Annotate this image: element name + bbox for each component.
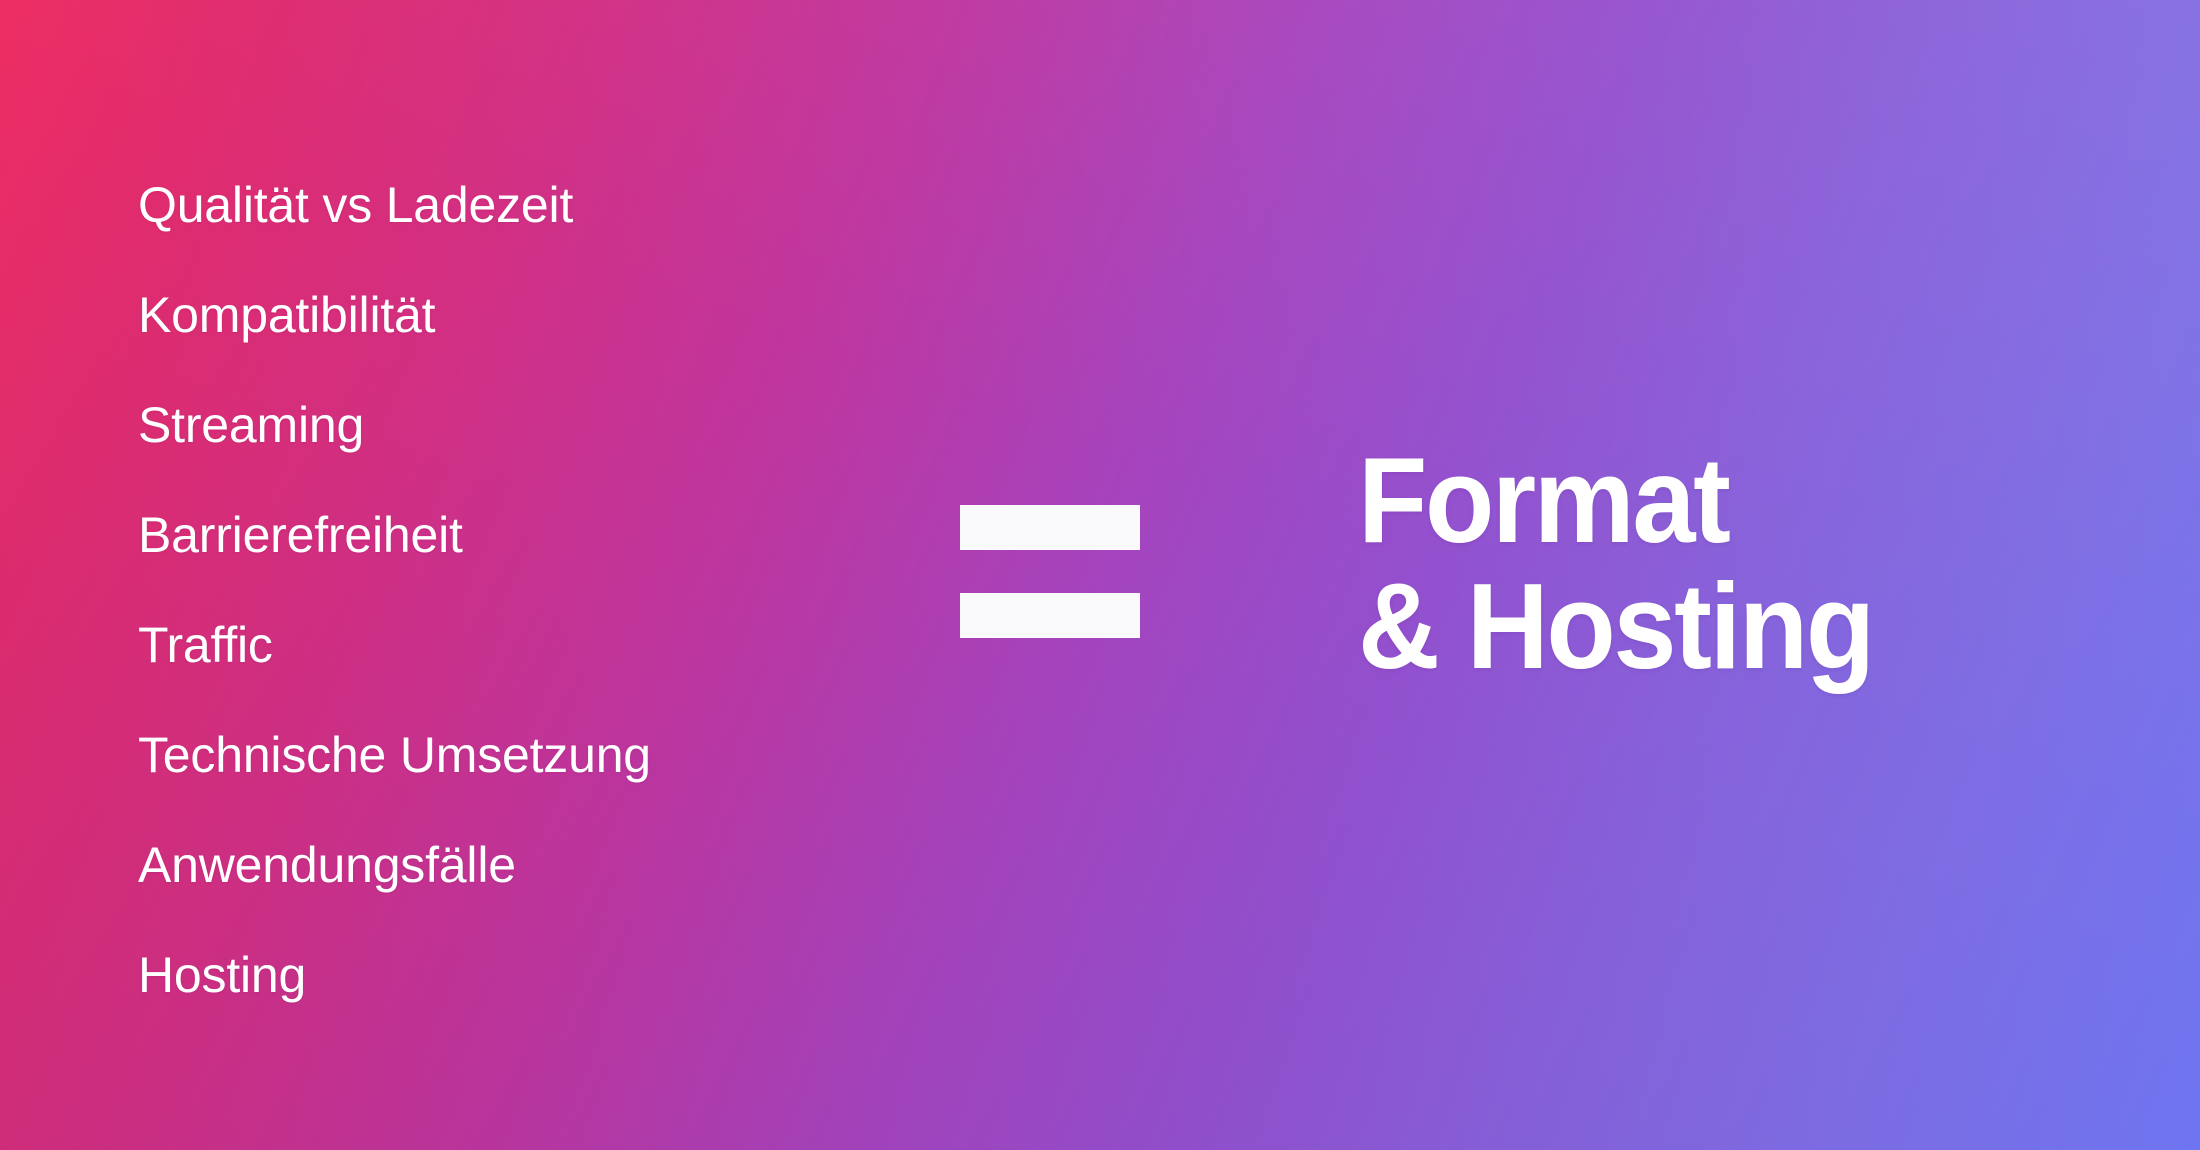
list-item: Qualität vs Ladezeit: [138, 150, 958, 260]
topic-label: Anwendungsfälle: [138, 837, 516, 893]
equals-bar-bottom: [960, 593, 1140, 638]
page-title: Format & Hosting: [1358, 432, 1875, 694]
list-item: Kompatibilität: [138, 260, 958, 370]
list-item: Barrierefreiheit: [138, 480, 958, 590]
list-item: Hosting: [138, 920, 958, 1030]
topic-label: Hosting: [138, 947, 307, 1003]
topic-label: Qualität vs Ladezeit: [138, 177, 574, 233]
list-item: Anwendungsfälle: [138, 810, 958, 920]
list-item: Technische Umsetzung: [138, 700, 958, 810]
equals-icon: [960, 505, 1140, 638]
topic-label: Kompatibilität: [138, 287, 436, 343]
slide-canvas: Qualität vs Ladezeit Kompatibilität Stre…: [0, 0, 2200, 1150]
page-title-line-1: Format: [1358, 432, 1731, 568]
list-item: Streaming: [138, 370, 958, 480]
topic-label: Streaming: [138, 397, 365, 453]
topic-list: Qualität vs Ladezeit Kompatibilität Stre…: [138, 150, 958, 1030]
page-title-line-2: & Hosting: [1358, 558, 1875, 694]
topic-label: Technische Umsetzung: [138, 727, 651, 783]
equals-bar-top: [960, 505, 1140, 550]
topic-label: Barrierefreiheit: [138, 507, 463, 563]
topic-label: Traffic: [138, 617, 273, 673]
list-item: Traffic: [138, 590, 958, 700]
